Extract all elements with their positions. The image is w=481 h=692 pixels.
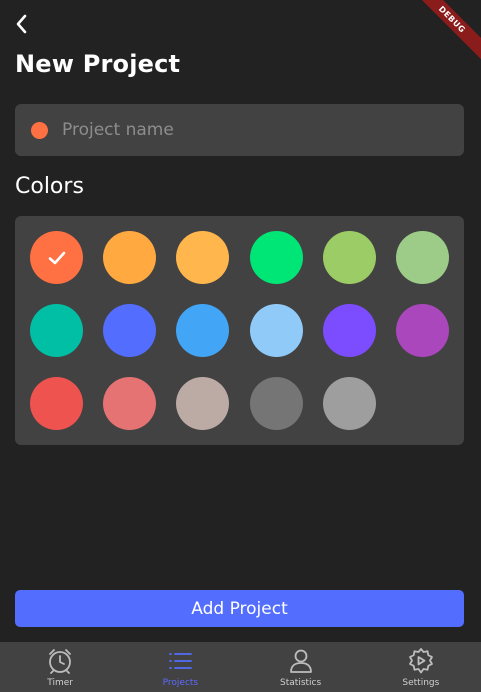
bottom-navigation: Timer Projects Statistics Settings (0, 642, 481, 692)
color-swatch[interactable] (30, 377, 83, 430)
nav-item-statistics[interactable]: Statistics (241, 642, 361, 692)
page-title: New Project (15, 50, 181, 78)
color-swatch[interactable] (322, 231, 376, 284)
selected-color-dot (31, 121, 48, 139)
new-project-screen: DEBUG New Project Colors Add Project Tim… (0, 0, 481, 692)
color-swatch[interactable] (396, 304, 449, 357)
add-project-button[interactable]: Add Project (15, 590, 464, 627)
project-name-input[interactable] (60, 109, 452, 151)
color-swatch[interactable] (176, 304, 230, 357)
color-swatch[interactable] (103, 231, 157, 284)
color-swatch[interactable] (176, 377, 230, 430)
person-icon (287, 646, 315, 676)
gear-icon (407, 646, 435, 676)
color-swatch[interactable] (176, 231, 230, 284)
check-icon (48, 251, 65, 264)
color-swatch[interactable] (30, 304, 83, 357)
nav-label-timer: Timer (47, 678, 73, 688)
nav-item-settings[interactable]: Settings (361, 642, 481, 692)
color-palette (15, 216, 464, 445)
color-swatch[interactable] (249, 231, 303, 284)
debug-banner: DEBUG (407, 0, 481, 64)
chevron-left-icon (16, 14, 27, 34)
nav-item-projects[interactable]: Projects (120, 642, 240, 692)
colors-section-title: Colors (15, 174, 84, 199)
color-swatch[interactable] (249, 377, 303, 430)
nav-label-statistics: Statistics (280, 678, 322, 688)
nav-label-projects: Projects (162, 678, 199, 688)
nav-label-settings: Settings (402, 678, 440, 688)
color-swatch[interactable] (103, 377, 157, 430)
color-swatch[interactable] (30, 231, 83, 284)
project-name-field[interactable] (15, 104, 464, 156)
color-swatch[interactable] (322, 377, 376, 430)
color-swatch[interactable] (249, 304, 303, 357)
alarm-clock-icon (46, 646, 74, 676)
nav-item-timer[interactable]: Timer (0, 642, 120, 692)
color-swatch[interactable] (396, 231, 449, 284)
color-swatch[interactable] (322, 304, 376, 357)
list-icon (166, 646, 194, 676)
back-button[interactable] (10, 10, 34, 38)
color-swatch[interactable] (103, 304, 157, 357)
